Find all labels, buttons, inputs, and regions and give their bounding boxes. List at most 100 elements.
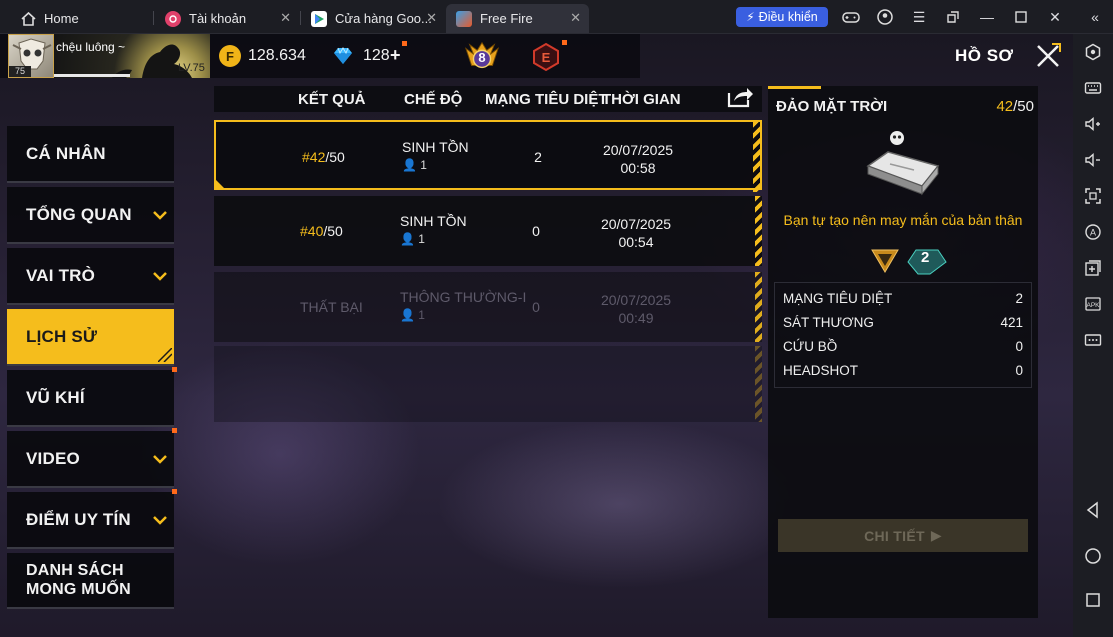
menu-wishlist-label-line2: MONG MUỐN bbox=[26, 581, 131, 598]
share-icon bbox=[727, 88, 753, 108]
close-icon[interactable]: ✕ bbox=[280, 10, 291, 26]
notification-dot bbox=[172, 489, 177, 494]
screenshot-icon[interactable] bbox=[1083, 186, 1103, 206]
macro-icon[interactable]: A bbox=[1083, 222, 1103, 242]
coffin-icon bbox=[866, 131, 940, 196]
gold-coin-icon: F bbox=[219, 45, 241, 67]
minimize-icon[interactable]: — bbox=[978, 8, 996, 26]
row-kills: 2 bbox=[534, 149, 542, 165]
tab-account[interactable]: Tài khoản ✕ bbox=[155, 4, 299, 33]
column-mode: CHẾ ĐỘ bbox=[404, 91, 463, 108]
account-circle-icon[interactable] bbox=[876, 8, 894, 26]
row-player-count: 1 bbox=[418, 308, 425, 322]
row-players: 👤 1 bbox=[400, 232, 425, 246]
tab-free-fire[interactable]: Free Fire ✕ bbox=[446, 4, 589, 33]
add-window-icon[interactable] bbox=[1083, 258, 1103, 278]
close-profile-button[interactable] bbox=[1034, 42, 1062, 70]
notification-dot bbox=[172, 428, 177, 433]
share-button[interactable] bbox=[726, 85, 754, 109]
menu-video[interactable]: VIDEO bbox=[7, 428, 177, 488]
volume-up-icon[interactable] bbox=[1083, 114, 1103, 134]
stats-list: MẠNG TIÊU DIỆT 2 SÁT THƯƠNG 421 CỨU BỒ 0… bbox=[774, 282, 1032, 388]
close-icon[interactable]: ✕ bbox=[570, 10, 581, 26]
panel-accent-bar bbox=[768, 86, 821, 89]
person-icon: 👤 bbox=[400, 232, 415, 246]
emulator-window: Home Tài khoản ✕ Cửa hàng Goo... ✕ Free … bbox=[0, 0, 1113, 637]
gold-amount: 128.634 bbox=[248, 47, 306, 64]
stat-label: MẠNG TIÊU DIỆT bbox=[783, 291, 893, 306]
stat-value: 421 bbox=[1000, 315, 1023, 330]
history-row-empty bbox=[214, 346, 762, 422]
menu-icon[interactable]: ☰ bbox=[910, 8, 928, 26]
apk-install-icon[interactable]: APK bbox=[1083, 294, 1103, 314]
chevron-down-icon bbox=[152, 268, 168, 284]
tab-play-store[interactable]: Cửa hàng Goo... ✕ bbox=[301, 4, 445, 33]
row-stripe-accent bbox=[755, 346, 762, 422]
menu-weapons[interactable]: VŨ KHÍ bbox=[7, 367, 177, 427]
recent-apps-icon[interactable] bbox=[1083, 590, 1103, 610]
tab-home-label: Home bbox=[44, 11, 79, 26]
history-row[interactable]: THẤT BẠI THÔNG THƯỜNG-I 👤 1 0 20/07/2025… bbox=[214, 272, 762, 342]
menu-history[interactable]: LỊCH SỬ bbox=[7, 309, 174, 366]
row-time: 00:49 bbox=[618, 310, 654, 326]
menu-overview[interactable]: TỔNG QUAN bbox=[7, 187, 174, 244]
collapse-sidebar-icon[interactable]: « bbox=[1086, 8, 1104, 26]
settings-hex-icon[interactable] bbox=[1083, 42, 1103, 62]
stat-value: 2 bbox=[1015, 291, 1023, 306]
corner-accent-icon bbox=[214, 178, 226, 190]
close-window-icon[interactable]: ✕ bbox=[1046, 8, 1064, 26]
row-date: 20/07/2025 bbox=[600, 292, 672, 308]
player-avatar[interactable]: 75 bbox=[8, 34, 54, 78]
row-time: 00:54 bbox=[618, 234, 654, 250]
bolt-icon: ⚡ bbox=[746, 10, 755, 24]
row-rank-number: #42 bbox=[302, 149, 326, 165]
elite-pass-icon[interactable]: E bbox=[528, 40, 564, 74]
detail-button[interactable]: CHI TIẾT ▶ bbox=[778, 519, 1028, 552]
back-icon[interactable] bbox=[1083, 500, 1103, 520]
history-row[interactable]: #40/50 SINH TỒN 👤 1 0 20/07/2025 00:54 bbox=[214, 196, 762, 266]
menu-video-label: VIDEO bbox=[26, 448, 80, 468]
player-level: LV.75 bbox=[178, 62, 205, 74]
menu-overview-label: TỔNG QUAN bbox=[26, 204, 132, 224]
row-mode: SINH TỒN bbox=[400, 213, 467, 229]
menu-weapons-label: VŨ KHÍ bbox=[26, 387, 85, 407]
row-rank-total: /50 bbox=[323, 223, 343, 239]
gamepad-icon[interactable] bbox=[842, 8, 860, 26]
player-name: chệu luông ~ bbox=[56, 40, 126, 54]
control-button[interactable]: ⚡ Điều khiển bbox=[736, 7, 828, 27]
history-row[interactable]: #42/50 SINH TỒN 👤 1 2 20/07/2025 00:58 bbox=[214, 120, 762, 192]
row-stripe-accent bbox=[753, 122, 760, 192]
volume-down-icon[interactable] bbox=[1083, 150, 1103, 170]
chevron-down-icon bbox=[152, 207, 168, 223]
menu-personal[interactable]: CÁ NHÂN bbox=[7, 126, 174, 183]
row-kills: 0 bbox=[532, 299, 540, 315]
rank-badge-icon[interactable]: 8 bbox=[464, 40, 500, 74]
row-stripe-accent bbox=[755, 272, 762, 342]
menu-reputation[interactable]: ĐIỂM UY TÍN bbox=[7, 489, 177, 549]
menu-role[interactable]: VAI TRÒ bbox=[7, 248, 174, 305]
home-circle-icon[interactable] bbox=[1083, 546, 1103, 566]
tab-bar: Home Tài khoản ✕ Cửa hàng Goo... ✕ Free … bbox=[0, 0, 1113, 34]
svg-text:APK: APK bbox=[1086, 302, 1100, 309]
row-mode: SINH TỒN bbox=[402, 139, 469, 155]
menu-reputation-label: ĐIỂM UY TÍN bbox=[26, 509, 131, 529]
elite-letter: E bbox=[541, 50, 551, 65]
xp-bar bbox=[54, 74, 130, 77]
avatar-level: 75 bbox=[9, 66, 31, 77]
stat-label: CỨU BỒ bbox=[783, 339, 838, 354]
tab-play-store-label: Cửa hàng Goo... bbox=[335, 11, 432, 26]
more-options-icon[interactable] bbox=[1083, 330, 1103, 350]
tab-home[interactable]: Home bbox=[10, 4, 150, 33]
restore-window-icon[interactable] bbox=[944, 8, 962, 26]
play-arrow-icon: ▶ bbox=[930, 527, 942, 543]
menu-wishlist[interactable]: DANH SÁCH MONG MUỐN bbox=[7, 553, 174, 609]
maximize-icon[interactable] bbox=[1012, 8, 1030, 26]
row-player-count: 1 bbox=[420, 158, 427, 172]
row-rank-number: THẤT BẠI bbox=[300, 299, 363, 315]
keyboard-icon[interactable] bbox=[1083, 78, 1103, 98]
add-diamond-button[interactable]: + bbox=[390, 45, 401, 66]
stat-label: SÁT THƯƠNG bbox=[783, 315, 874, 330]
row-date: 20/07/2025 bbox=[602, 142, 674, 158]
row-player-count: 1 bbox=[418, 232, 425, 246]
close-icon[interactable]: ✕ bbox=[426, 10, 437, 26]
